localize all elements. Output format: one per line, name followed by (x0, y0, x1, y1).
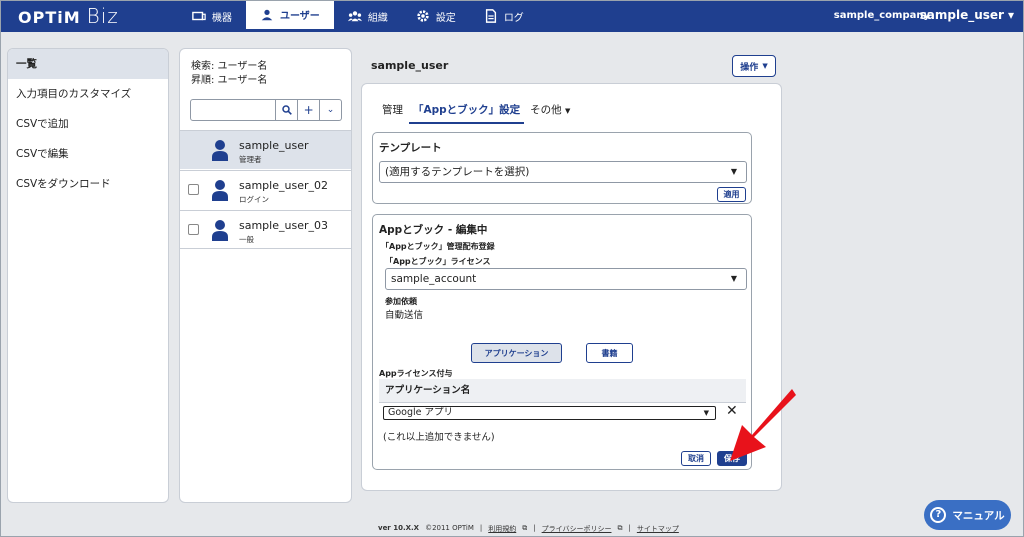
list-item-user[interactable]: sample_user 管理者 (180, 130, 351, 169)
license-select[interactable]: sample_account ▼ (385, 268, 747, 290)
detail-panel: 管理 「Appとブック」設定 その他 ▼ テンプレート (適用するテンプレートを… (361, 83, 782, 491)
caret-down-icon: ▼ (565, 107, 571, 115)
list-item-user[interactable]: sample_user_02 ログイン (180, 170, 351, 209)
app-book-edit-box: Appとブック - 編集中 「Appとブック」管理配布登録 「Appとブック」ラ… (372, 214, 752, 470)
nav-item-devices[interactable]: 機器 (178, 0, 246, 32)
search-meta: 検索: ユーザー名 昇順: ユーザー名 (191, 60, 267, 88)
org-icon (347, 11, 362, 22)
edit-title: Appとブック - 編集中 (379, 224, 488, 236)
user-name: sample_user (239, 139, 309, 152)
no-more-notice: (これ以上追加できません) (383, 432, 495, 443)
cancel-button[interactable]: 取消 (681, 451, 711, 466)
template-box: テンプレート (適用するテンプレートを選択) ▼ 適用 (372, 132, 752, 204)
sidebar: 一覧 入力項目のカスタマイズ CSVで追加 CSVで編集 CSVをダウンロード (7, 48, 169, 503)
sidebar-item-csv-add[interactable]: CSVで追加 (8, 109, 168, 139)
applications-button[interactable]: アプリケーション (471, 343, 562, 363)
footer: ver 10.X.X ©2011 OPTiM | 利用規約 ⧉ | プライバシー… (378, 524, 679, 534)
nav-item-log[interactable]: ログ (470, 0, 538, 32)
privacy-link[interactable]: プライバシーポリシー (542, 524, 612, 534)
row-checkbox[interactable] (188, 224, 199, 235)
external-link-icon: ⧉ (522, 524, 528, 532)
tab-manage[interactable]: 管理 (378, 102, 407, 124)
person-icon (212, 140, 228, 161)
join-value: 自動送信 (385, 310, 424, 321)
version: ver 10.X.X (378, 524, 420, 532)
user-list-panel: 検索: ユーザー名 昇順: ユーザー名 + ⌄ sample_user 管理者 … (179, 48, 352, 503)
caret-down-icon: ▼ (703, 409, 709, 417)
logo-sub: Biz (86, 4, 119, 28)
template-title: テンプレート (379, 142, 442, 154)
license-label: 「Appとブック」ライセンス (385, 257, 491, 266)
section-label: 「Appとブック」管理配布登録 (381, 242, 495, 251)
user-icon (261, 9, 273, 20)
nav-item-settings[interactable]: 設定 (402, 0, 470, 32)
row-checkbox[interactable] (188, 184, 199, 195)
nav-item-users[interactable]: ユーザー (246, 0, 334, 32)
tab-other[interactable]: その他 ▼ (526, 102, 574, 124)
person-icon (212, 220, 228, 241)
current-user-name: sample_user (919, 8, 1004, 22)
caret-down-icon: ▼ (762, 62, 768, 70)
sort-condition: 昇順: ユーザー名 (191, 75, 268, 86)
gear-icon (417, 10, 429, 22)
external-link-icon: ⧉ (617, 524, 623, 532)
search-button[interactable] (276, 99, 299, 121)
apply-button[interactable]: 適用 (717, 187, 746, 202)
user-menu[interactable]: sample_user ▾ (920, 8, 1014, 22)
log-icon (485, 9, 496, 23)
search-icon (282, 105, 292, 115)
logo-main: OPTiM (18, 8, 81, 27)
help-icon: ? (930, 507, 947, 523)
filter-dropdown-button[interactable]: ⌄ (320, 99, 342, 121)
chevron-down-icon: ▾ (1007, 8, 1014, 22)
logo[interactable]: OPTiM Biz (18, 4, 119, 28)
books-button[interactable]: 書籍 (586, 343, 633, 363)
search-input[interactable] (190, 99, 277, 121)
grant-label: Appライセンス付与 (379, 369, 453, 378)
user-role: 管理者 (239, 155, 262, 164)
join-label: 参加依頼 (385, 297, 417, 306)
user-name: sample_user_03 (239, 219, 328, 232)
search-condition: 検索: ユーザー名 (191, 61, 268, 72)
add-user-button[interactable]: + (298, 99, 321, 121)
plus-icon: + (303, 103, 314, 117)
tab-app-book[interactable]: 「Appとブック」設定 (409, 102, 525, 124)
user-role: ログイン (239, 195, 269, 204)
operations-button[interactable]: 操作 ▼ (732, 55, 776, 77)
copyright: ©2011 OPTiM (425, 524, 474, 532)
page-title: sample_user (371, 59, 449, 72)
company-name: sample_company (833, 10, 930, 21)
sidebar-item-csv-edit[interactable]: CSVで編集 (8, 139, 168, 169)
device-icon (192, 11, 206, 21)
template-select[interactable]: (適用するテンプレートを選択) ▼ (379, 161, 747, 183)
app-select[interactable]: Google アプリ ▼ (383, 406, 716, 420)
sitemap-link[interactable]: サイトマップ (637, 524, 679, 534)
search-box: + ⌄ (190, 99, 342, 121)
chevron-down-icon: ⌄ (326, 105, 335, 115)
main-nav: 機器 ユーザー 組織 設定 ログ (178, 0, 538, 32)
list-item-user[interactable]: sample_user_03 一般 (180, 210, 351, 249)
red-arrow-annotation (730, 389, 796, 461)
terms-link[interactable]: 利用規約 (488, 524, 516, 534)
person-icon (212, 180, 228, 201)
detail-tabs: 管理 「Appとブック」設定 その他 ▼ (378, 102, 576, 124)
manual-button[interactable]: ? マニュアル (924, 500, 1011, 530)
sidebar-item-list[interactable]: 一覧 (8, 49, 168, 79)
caret-down-icon: ▼ (730, 274, 737, 283)
sidebar-item-customize[interactable]: 入力項目のカスタマイズ (8, 79, 168, 109)
nav-item-org[interactable]: 組織 (334, 0, 402, 32)
user-role: 一般 (239, 235, 254, 244)
sidebar-item-csv-download[interactable]: CSVをダウンロード (8, 169, 168, 199)
user-name: sample_user_02 (239, 179, 328, 192)
app-table-header: アプリケーション名 (379, 379, 746, 403)
caret-down-icon: ▼ (730, 167, 737, 176)
top-bar: OPTiM Biz 機器 ユーザー 組織 設定 ログ sample_compan… (0, 0, 1024, 32)
